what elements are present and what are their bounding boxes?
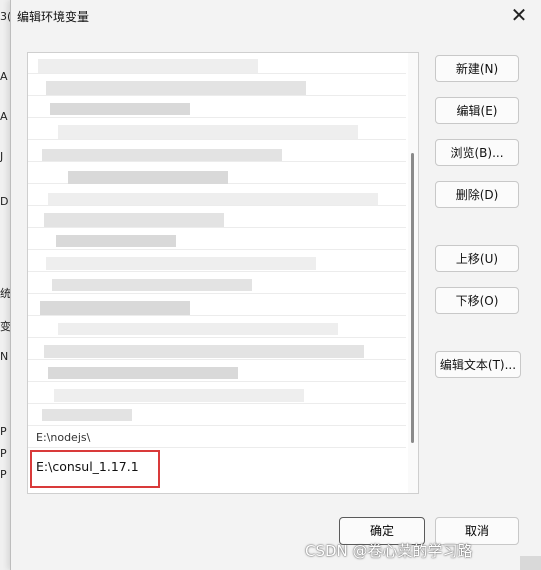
background-window [520,556,541,570]
obscured-text [58,323,338,335]
obscured-text [56,235,176,247]
obscured-text [46,81,306,95]
highlight-box [30,450,160,488]
new-button[interactable]: 新建(N) [435,55,519,82]
delete-button[interactable]: 删除(D) [435,181,519,208]
close-icon[interactable]: ✕ [505,2,533,30]
obscured-text [42,149,282,161]
move-down-button[interactable]: 下移(O) [435,287,519,314]
edit-button[interactable]: 编辑(E) [435,97,519,124]
list-item[interactable]: E:\nodejs\ [28,427,406,448]
obscured-text [44,213,224,227]
watermark: CSDN @卷心菜的学习路 [305,542,473,560]
obscured-text [58,125,358,139]
title-bar: 编辑环境变量 ✕ [11,0,541,32]
obscured-text [44,345,364,358]
obscured-text [40,301,190,315]
background-text: D [0,195,9,208]
background-text: A [0,110,8,123]
path-list[interactable]: E:\nodejs\ E:\consul_1.17.1 [27,52,419,494]
background-text: P [0,468,7,481]
move-up-button[interactable]: 上移(U) [435,245,519,272]
obscured-text [48,193,378,205]
obscured-text [52,279,252,291]
edit-text-button[interactable]: 编辑文本(T)... [435,351,521,378]
background-text: P [0,425,7,438]
background-text: N [0,350,9,363]
obscured-text [42,409,132,421]
obscured-text [46,257,316,270]
background-text: P [0,447,7,460]
obscured-text [54,389,304,402]
obscured-text [68,171,228,184]
edit-env-dialog: 编辑环境变量 ✕ E:\nodejs\ E:\consul_1.17.1 新建(… [10,0,541,570]
background-text: J [0,150,4,163]
background-text: A [0,70,8,83]
obscured-text [48,367,238,379]
scrollbar-thumb[interactable] [411,153,414,443]
dialog-title: 编辑环境变量 [17,10,90,24]
obscured-text [50,103,190,115]
browse-button[interactable]: 浏览(B)... [435,139,519,166]
obscured-text [38,59,258,73]
